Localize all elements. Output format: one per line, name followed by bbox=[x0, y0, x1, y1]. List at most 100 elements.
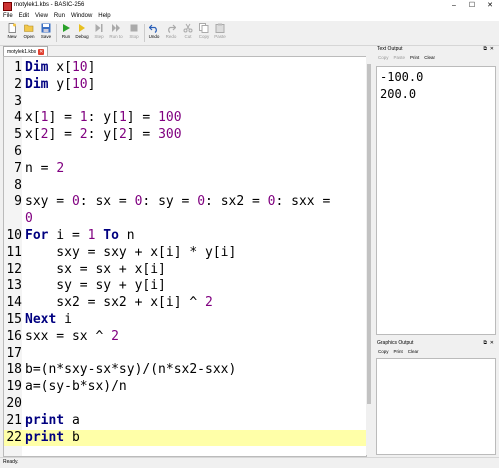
code-line[interactable]: 17 bbox=[4, 346, 366, 363]
code-line[interactable]: 11 sxy = sxy + x[i] * y[i] bbox=[4, 245, 366, 262]
panel-close-icon[interactable]: ✕ bbox=[490, 340, 494, 347]
text-output-print-button[interactable]: Print bbox=[410, 53, 419, 62]
panel-float-icon[interactable]: ⧉ bbox=[483, 340, 487, 347]
line-number: 10 bbox=[6, 227, 22, 243]
menu-run[interactable]: Run bbox=[54, 12, 65, 21]
text-output-paste-button[interactable]: Paste bbox=[394, 53, 406, 62]
output-line: -100.0 bbox=[380, 70, 424, 84]
line-number: 4 bbox=[14, 110, 22, 126]
toolbar-separator bbox=[56, 24, 57, 42]
window-controls: – ☐ ✕ bbox=[445, 0, 499, 12]
status-text: Ready. bbox=[3, 459, 19, 465]
app-icon bbox=[3, 2, 12, 11]
close-button[interactable]: ✕ bbox=[481, 0, 499, 12]
code-line[interactable]: 4 x[1] = 1: y[1] = 100 bbox=[4, 110, 366, 127]
text-output-area[interactable]: -100.0 200.0 bbox=[376, 66, 496, 335]
save-button[interactable]: Save bbox=[38, 23, 54, 40]
panel-close-icon[interactable]: ✕ bbox=[490, 46, 494, 53]
cut-button[interactable]: Cut bbox=[180, 23, 196, 40]
menu-edit[interactable]: Edit bbox=[19, 12, 29, 21]
code-text: For i = 1 To n bbox=[25, 227, 135, 243]
save-disk-icon bbox=[41, 23, 51, 33]
code-text: Dim x[10] bbox=[25, 60, 96, 75]
debug-bug-icon bbox=[79, 24, 85, 32]
redo-button[interactable]: Redo bbox=[163, 23, 179, 40]
code-line[interactable]: 6 bbox=[4, 144, 366, 161]
line-number: 16 bbox=[6, 328, 22, 344]
code-line[interactable]: 7n = 2 bbox=[4, 161, 366, 178]
new-button[interactable]: New bbox=[4, 23, 20, 40]
undo-button[interactable]: Undo bbox=[146, 23, 162, 40]
code-line[interactable]: 15 Next i bbox=[4, 312, 366, 329]
text-output-toolbar: Copy Paste Print Clear bbox=[375, 53, 496, 62]
code-line[interactable]: 19 a=(sy-b*sx)/n bbox=[4, 379, 366, 396]
editor-tab-strip: motylek1.kbs ✕ bbox=[0, 46, 372, 56]
code-line[interactable]: 0 bbox=[4, 211, 366, 228]
maximize-button[interactable]: ☐ bbox=[463, 0, 481, 12]
line-number: 2 bbox=[14, 76, 22, 92]
line-number: 14 bbox=[6, 295, 22, 311]
code-line[interactable]: 16 sxx = sx ^ 2 bbox=[4, 329, 366, 346]
code-line[interactable]: 21 print a bbox=[4, 413, 366, 430]
run-button[interactable]: Run bbox=[58, 23, 74, 40]
text-output-copy-button[interactable]: Copy bbox=[378, 53, 389, 62]
editor-vertical-scrollbar[interactable] bbox=[366, 56, 372, 455]
graphics-output-print-button[interactable]: Print bbox=[394, 347, 403, 356]
code-lines: 1 Dim x[10] 2 Dim y[10] 3 4 x[1] = 1: y[1] = 1… bbox=[4, 60, 366, 447]
open-button[interactable]: Open bbox=[21, 23, 37, 40]
code-line[interactable]: 2 Dim y[10] bbox=[4, 77, 366, 94]
code-line[interactable]: 3 bbox=[4, 94, 366, 111]
graphics-output-header: Graphics Output ⧉ ✕ bbox=[375, 340, 496, 347]
code-line[interactable]: 12 sx = sx + x[i] bbox=[4, 262, 366, 279]
line-number: 11 bbox=[6, 244, 22, 260]
run-to-button[interactable]: Run to bbox=[108, 23, 124, 40]
graphics-output-copy-button[interactable]: Copy bbox=[378, 347, 389, 356]
text-output-clear-button[interactable]: Clear bbox=[424, 53, 435, 62]
tab-motylek1[interactable]: motylek1.kbs ✕ bbox=[3, 46, 49, 56]
play-icon bbox=[63, 24, 70, 32]
menu-window[interactable]: Window bbox=[71, 12, 92, 21]
text-output-title: Text Output bbox=[377, 46, 403, 52]
step-button[interactable]: Step bbox=[91, 23, 107, 40]
paste-button[interactable]: Paste bbox=[212, 23, 228, 40]
line-number: 5 bbox=[14, 127, 22, 143]
tab-close-icon[interactable]: ✕ bbox=[38, 48, 45, 55]
copy-button[interactable]: Copy bbox=[196, 23, 212, 40]
code-line[interactable]: 1 Dim x[10] bbox=[4, 60, 366, 77]
code-text: a=(sy-b*sx)/n bbox=[25, 379, 127, 395]
code-line[interactable]: 13 sy = sy + y[i] bbox=[4, 278, 366, 295]
menu-view[interactable]: View bbox=[35, 12, 48, 21]
line-number: 6 bbox=[14, 143, 22, 159]
code-text: n = 2 bbox=[25, 160, 65, 176]
code-text: print b bbox=[25, 429, 80, 445]
code-text: x[2] = 2: y[2] = 300 bbox=[25, 127, 182, 143]
scissors-icon bbox=[183, 23, 193, 33]
code-line[interactable]: 14 sx2 = sx2 + x[i] ^ 2 bbox=[4, 295, 366, 312]
code-editor[interactable]: 1 Dim x[10] 2 Dim y[10] 3 4 x[1] = 1: y[1] = 1… bbox=[3, 56, 367, 457]
step-icon bbox=[95, 24, 103, 32]
menu-help[interactable]: Help bbox=[98, 12, 110, 21]
graphics-output-clear-button[interactable]: Clear bbox=[408, 347, 419, 356]
paste-clipboard-icon bbox=[215, 23, 225, 33]
menu-file[interactable]: File bbox=[3, 12, 13, 21]
code-line[interactable]: 5 x[2] = 2: y[2] = 300 bbox=[4, 127, 366, 144]
code-line[interactable]: 18 b=(n*sxy-sx*sy)/(n*sx2-sxx) bbox=[4, 362, 366, 379]
code-line[interactable]: 20 bbox=[4, 396, 366, 413]
panel-float-icon[interactable]: ⧉ bbox=[483, 46, 487, 53]
code-line[interactable]: 10 For i = 1 To n bbox=[4, 228, 366, 245]
code-text: sx2 = sx2 + x[i] ^ 2 bbox=[25, 295, 213, 311]
graphics-output-area[interactable] bbox=[376, 358, 496, 455]
line-number: 12 bbox=[6, 261, 22, 277]
line-number: 9 bbox=[14, 194, 22, 210]
stop-button[interactable]: Stop bbox=[126, 23, 142, 40]
code-line[interactable]: 8 bbox=[4, 178, 366, 195]
minimize-button[interactable]: – bbox=[445, 0, 463, 12]
folder-open-icon bbox=[24, 24, 34, 32]
code-line[interactable]: 22 print b bbox=[4, 429, 366, 447]
code-text: sx = sx + x[i] bbox=[25, 261, 166, 277]
line-number: 18 bbox=[6, 362, 22, 378]
debug-button[interactable]: Debug bbox=[74, 23, 90, 40]
scrollbar-thumb[interactable] bbox=[367, 64, 371, 404]
tab-label: motylek1.kbs bbox=[7, 48, 37, 55]
code-line[interactable]: 9 sxy = 0: sx = 0: sy = 0: sx2 = 0: sxx = bbox=[4, 194, 366, 211]
